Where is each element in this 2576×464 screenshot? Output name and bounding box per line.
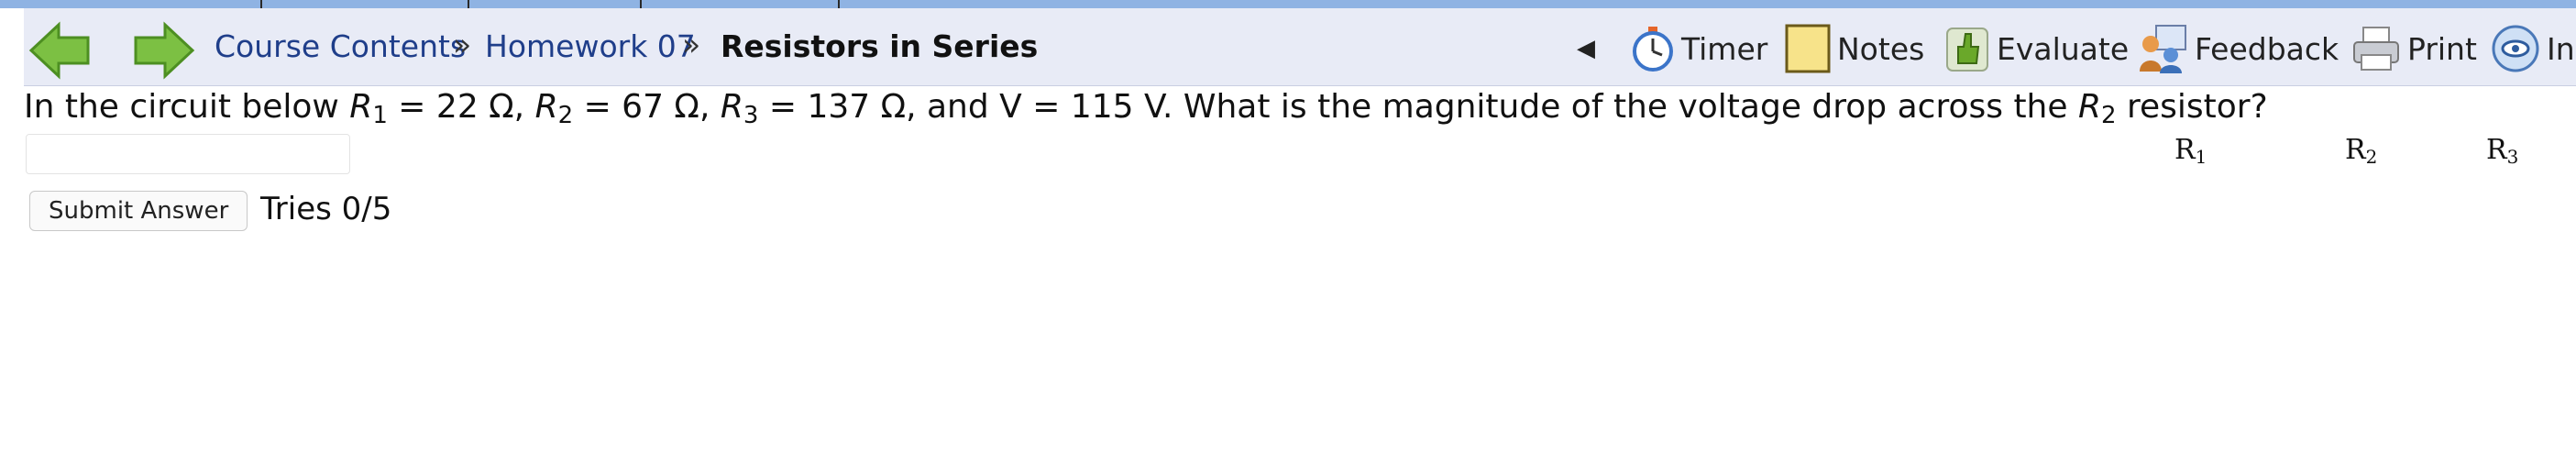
breadcrumb-homework[interactable]: Homework 07: [485, 28, 696, 64]
circuit-label-symbol: R: [2486, 134, 2507, 166]
circuit-label-subscript: 3: [2506, 146, 2519, 168]
info-label: In: [2547, 30, 2575, 67]
breadcrumb-course-contents[interactable]: Course Contents: [215, 28, 466, 64]
question-segment: resistor?: [2116, 88, 2268, 126]
back-arrow-icon[interactable]: [28, 21, 92, 80]
print-label: Print: [2407, 30, 2477, 67]
tab-divider: [640, 0, 642, 8]
evaluate-label: Evaluate: [1997, 30, 2130, 67]
circuit-label-r3: R3: [2486, 134, 2518, 168]
notes-icon: [1785, 24, 1831, 73]
feedback-icon: [2140, 25, 2186, 73]
question-segment: = 137 Ω, and V = 115 V. What is the magn…: [758, 88, 2078, 126]
circuit-label-symbol: R: [2345, 134, 2366, 166]
feedback-label: Feedback: [2195, 30, 2339, 67]
collapse-arrow-icon: ◀: [1577, 35, 1595, 62]
forward-arrow-icon[interactable]: [132, 21, 196, 80]
r1-symbol: R: [349, 88, 373, 126]
top-tab-strip: [0, 0, 2576, 8]
navigation-bar: Course Contents » Homework 07 » Resistor…: [24, 8, 2576, 86]
circuit-label-subscript: 1: [2195, 146, 2207, 168]
circuit-label-r1: R1: [2174, 134, 2207, 168]
submit-answer-button[interactable]: Submit Answer: [29, 191, 248, 231]
r2-subscript: 2: [2100, 102, 2117, 129]
question-segment: = 22 Ω,: [387, 88, 535, 126]
r3-subscript: 3: [743, 102, 759, 129]
timer-icon: [1633, 27, 1673, 72]
question-segment: = 67 Ω,: [573, 88, 721, 126]
breadcrumb-separator: »: [453, 27, 472, 62]
answer-input[interactable]: [26, 134, 350, 174]
info-button[interactable]: In: [2490, 21, 2575, 76]
tries-counter: Tries 0/5: [260, 191, 392, 227]
circuit-label-r2: R2: [2345, 134, 2377, 168]
tab-divider: [838, 0, 840, 8]
print-button[interactable]: Print: [2350, 21, 2477, 76]
breadcrumb-current: Resistors in Series: [721, 28, 1039, 64]
timer-button[interactable]: Timer: [1630, 21, 1767, 76]
r3-symbol: R: [720, 88, 743, 126]
tab-divider: [468, 0, 469, 8]
r2-subscript: 2: [557, 102, 574, 129]
notes-button[interactable]: Notes: [1784, 21, 1924, 76]
collapse-toolbar-button[interactable]: ◀: [1577, 21, 1595, 76]
evaluate-icon: [1946, 28, 1988, 72]
r1-subscript: 1: [372, 102, 388, 129]
tab-divider: [260, 0, 262, 8]
circuit-label-subscript: 2: [2365, 146, 2378, 168]
r2-symbol: R: [534, 88, 558, 126]
timer-label: Timer: [1681, 30, 1768, 67]
feedback-button[interactable]: Feedback: [2136, 21, 2339, 76]
info-icon: [2492, 25, 2539, 72]
question-text: In the circuit below R1 = 22 Ω, R2 = 67 …: [24, 88, 2268, 129]
evaluate-button[interactable]: Evaluate: [1943, 21, 2129, 76]
circuit-label-symbol: R: [2174, 134, 2196, 166]
question-segment: In the circuit below: [24, 88, 350, 126]
notes-label: Notes: [1837, 30, 1925, 67]
breadcrumb-separator: »: [682, 27, 701, 62]
print-icon: [2353, 27, 2399, 71]
r2-symbol: R: [2077, 88, 2101, 126]
